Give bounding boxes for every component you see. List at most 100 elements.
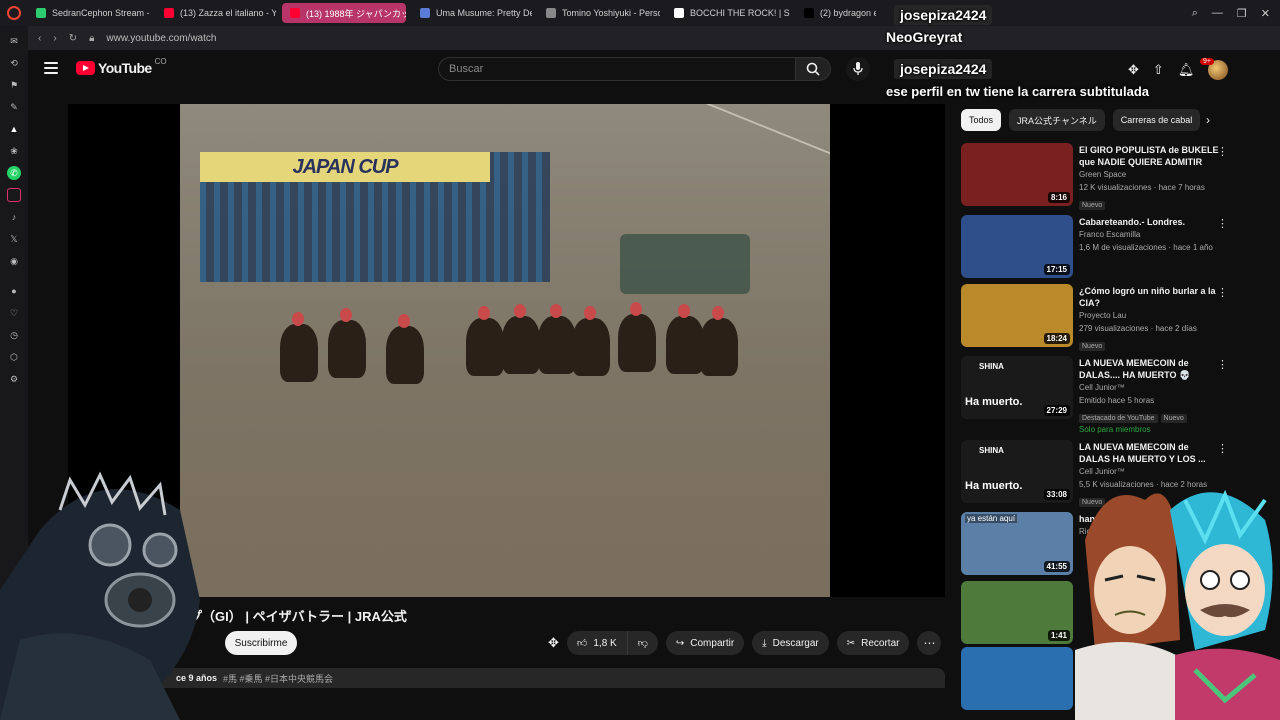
- ai-assist-icon[interactable]: ✥: [548, 635, 559, 651]
- browser-tab[interactable]: Tomino Yoshiyuki - Perso: [538, 3, 660, 23]
- chevron-right-icon[interactable]: ›: [1206, 113, 1210, 127]
- video-metadata: 279 visualizaciones · hace 2 días: [1079, 324, 1197, 333]
- clock-icon[interactable]: ◷: [7, 328, 21, 342]
- subscribe-button[interactable]: Suscribirme: [225, 631, 297, 655]
- search-tabs-icon[interactable]: ⌕: [1192, 7, 1198, 20]
- video-thumbnail[interactable]: 17:15: [961, 215, 1073, 278]
- more-options-icon[interactable]: ⋮: [1217, 286, 1228, 299]
- video-title[interactable]: El GIRO POPULISTA de BUKELE que NADIE QU…: [1079, 144, 1219, 168]
- back-icon[interactable]: ‹: [38, 33, 41, 44]
- close-icon[interactable]: ✕: [1261, 7, 1270, 20]
- chat-username-1: josepiza2424: [894, 5, 993, 25]
- video-thumbnail[interactable]: ya están aquí 41:55: [961, 512, 1073, 575]
- video-thumbnail[interactable]: 8:16: [961, 143, 1073, 206]
- favorites-icon[interactable]: ♡: [7, 306, 21, 320]
- more-options-icon[interactable]: ⋮: [1217, 442, 1228, 455]
- filter-chip[interactable]: Todos: [961, 109, 1002, 131]
- video-thumbnail[interactable]: [961, 647, 1073, 710]
- video-thumbnail[interactable]: 18:24: [961, 284, 1073, 347]
- music-icon[interactable]: ●: [7, 284, 21, 298]
- recommended-video[interactable]: 17:15 Cabareteando.- Londres. Franco Escam…: [961, 215, 1236, 281]
- video-thumbnail[interactable]: SHINA Ha muerto. 33:08: [961, 440, 1073, 503]
- browser-tab[interactable]: (2) bydragon en X:: [796, 3, 876, 23]
- forward-icon[interactable]: ›: [53, 33, 56, 44]
- like-button[interactable]: 👍︎ 1,8 K: [566, 631, 628, 655]
- tiktok-icon[interactable]: ♪: [7, 210, 21, 224]
- bookmarks-icon[interactable]: ⚑: [7, 78, 21, 92]
- channel-name[interactable]: Cell Junior™: [1079, 381, 1219, 394]
- maximize-icon[interactable]: ❐: [1237, 7, 1247, 20]
- channel-name[interactable]: Green Space: [1079, 168, 1219, 181]
- more-options-icon[interactable]: ⋮: [1217, 145, 1228, 158]
- voice-search-button[interactable]: [846, 57, 870, 81]
- racehorse: [700, 306, 738, 376]
- notes-icon[interactable]: ✎: [7, 100, 21, 114]
- more-options-icon[interactable]: ⋮: [1217, 358, 1228, 371]
- video-title[interactable]: Cabareteando.- Londres.: [1079, 216, 1219, 228]
- browser-tab[interactable]: SedranCephon Stream - V: [28, 3, 150, 23]
- browser-tab[interactable]: (13) 1988年 ジャパンカップ: [282, 3, 406, 23]
- browser-tab[interactable]: (13) Zazza el italiano - Yo: [156, 3, 276, 23]
- recommended-video[interactable]: 8:16 El GIRO POPULISTA de BUKELE que NADI…: [961, 143, 1236, 210]
- channel-name[interactable]: Cell Junior™: [1079, 465, 1219, 478]
- video-hashtags[interactable]: #馬 #乗馬 #日本中央競馬会: [223, 672, 333, 685]
- tab-label: Tomino Yoshiyuki - Perso: [562, 8, 660, 18]
- aria-icon[interactable]: ▲: [7, 122, 21, 136]
- search-button[interactable]: [795, 57, 831, 81]
- browser-tab[interactable]: BOCCHI THE ROCK! | Se: [666, 3, 790, 23]
- chat-username-3: josepiza2424: [894, 59, 993, 79]
- filter-chips: Todos JRA公式チャンネル Carreras de cabal: [961, 109, 1201, 131]
- minimize-icon[interactable]: —: [1212, 7, 1223, 19]
- url-field[interactable]: www.youtube.com/watch: [106, 33, 216, 44]
- hamburger-menu-icon[interactable]: [44, 62, 58, 74]
- reload-icon[interactable]: ↻: [69, 33, 77, 44]
- tabs-container: SedranCephon Stream - V (13) Zazza el ita…: [28, 3, 882, 23]
- video-title[interactable]: LA NUEVA MEMECOIN de DALAS HA MUERTO Y L…: [1079, 441, 1219, 465]
- x-icon[interactable]: 𝕏: [7, 232, 21, 246]
- gas-mask-avatar-overlay: [0, 471, 200, 720]
- create-icon[interactable]: ✥: [1128, 62, 1139, 78]
- tab-label: (13) Zazza el italiano - Yo: [180, 8, 276, 18]
- video-thumbnail[interactable]: SHINA Ha muerto. 27:29: [961, 356, 1073, 419]
- filter-chip[interactable]: Carreras de cabal: [1112, 109, 1201, 131]
- youtube-logo[interactable]: YouTube CO: [76, 57, 167, 76]
- share-button[interactable]: ↪ Compartir: [665, 631, 745, 655]
- browser-tab[interactable]: Uma Musume: Pretty Der: [412, 3, 532, 23]
- clip-label: Recortar: [861, 637, 900, 649]
- download-button[interactable]: ⤓ Descargar: [752, 631, 829, 655]
- instagram-icon[interactable]: [7, 188, 21, 202]
- whatsapp-icon[interactable]: ✆: [7, 166, 21, 180]
- dislike-button[interactable]: 👎︎: [627, 631, 658, 655]
- chatgpt-icon[interactable]: ❀: [7, 144, 21, 158]
- extensions-icon[interactable]: ⬡: [7, 350, 21, 364]
- more-actions-button[interactable]: ⋯: [917, 631, 942, 655]
- racehorse: [618, 302, 656, 372]
- recommended-video[interactable]: SHINA Ha muerto. 27:29 LA NUEVA MEMECOIN de…: [961, 356, 1236, 434]
- opera-logo-icon[interactable]: [0, 0, 28, 26]
- video-title[interactable]: ¿Cómo logró un niño burlar a la CIA?: [1079, 285, 1219, 309]
- thumbnail-text: ya están aquí: [965, 514, 1018, 523]
- scissors-icon: ✂: [846, 637, 856, 649]
- messenger-icon[interactable]: ✉: [7, 34, 21, 48]
- filter-chip[interactable]: JRA公式チャンネル: [1009, 109, 1105, 131]
- notifications-bell-icon[interactable]: 🔔︎: [1178, 62, 1195, 78]
- history-icon[interactable]: ⟲: [7, 56, 21, 70]
- browser-tab-strip: SedranCephon Stream - V (13) Zazza el ita…: [0, 0, 1280, 26]
- channel-name[interactable]: Franco Escamilla: [1079, 228, 1219, 241]
- more-options-icon[interactable]: ⋮: [1217, 217, 1228, 230]
- video-title[interactable]: LA NUEVA MEMECOIN de DALAS.... HA MUERTO…: [1079, 357, 1219, 381]
- tab-label: (13) 1988年 ジャパンカップ: [306, 8, 406, 19]
- video-thumbnail[interactable]: 1:41: [961, 581, 1073, 644]
- upload-icon[interactable]: ⇧: [1153, 62, 1164, 78]
- channel-name[interactable]: Proyecto Lau: [1079, 309, 1219, 322]
- clip-button[interactable]: ✂ Recortar: [836, 631, 910, 655]
- video-info: Cabareteando.- Londres. Franco Escamilla 1…: [1079, 216, 1219, 254]
- anime-avatars-overlay: [1075, 489, 1280, 720]
- settings-icon[interactable]: ⚙: [7, 372, 21, 386]
- notification-count-badge: 9+: [1200, 58, 1214, 65]
- video-info: LA NUEVA MEMECOIN de DALAS.... HA MUERTO…: [1079, 357, 1219, 434]
- download-icon: ⤓: [762, 637, 767, 649]
- recommended-video[interactable]: 18:24 ¿Cómo logró un niño burlar a la CIA…: [961, 284, 1236, 351]
- search-input[interactable]: Buscar: [438, 57, 795, 81]
- discord-icon[interactable]: ◉: [7, 254, 21, 268]
